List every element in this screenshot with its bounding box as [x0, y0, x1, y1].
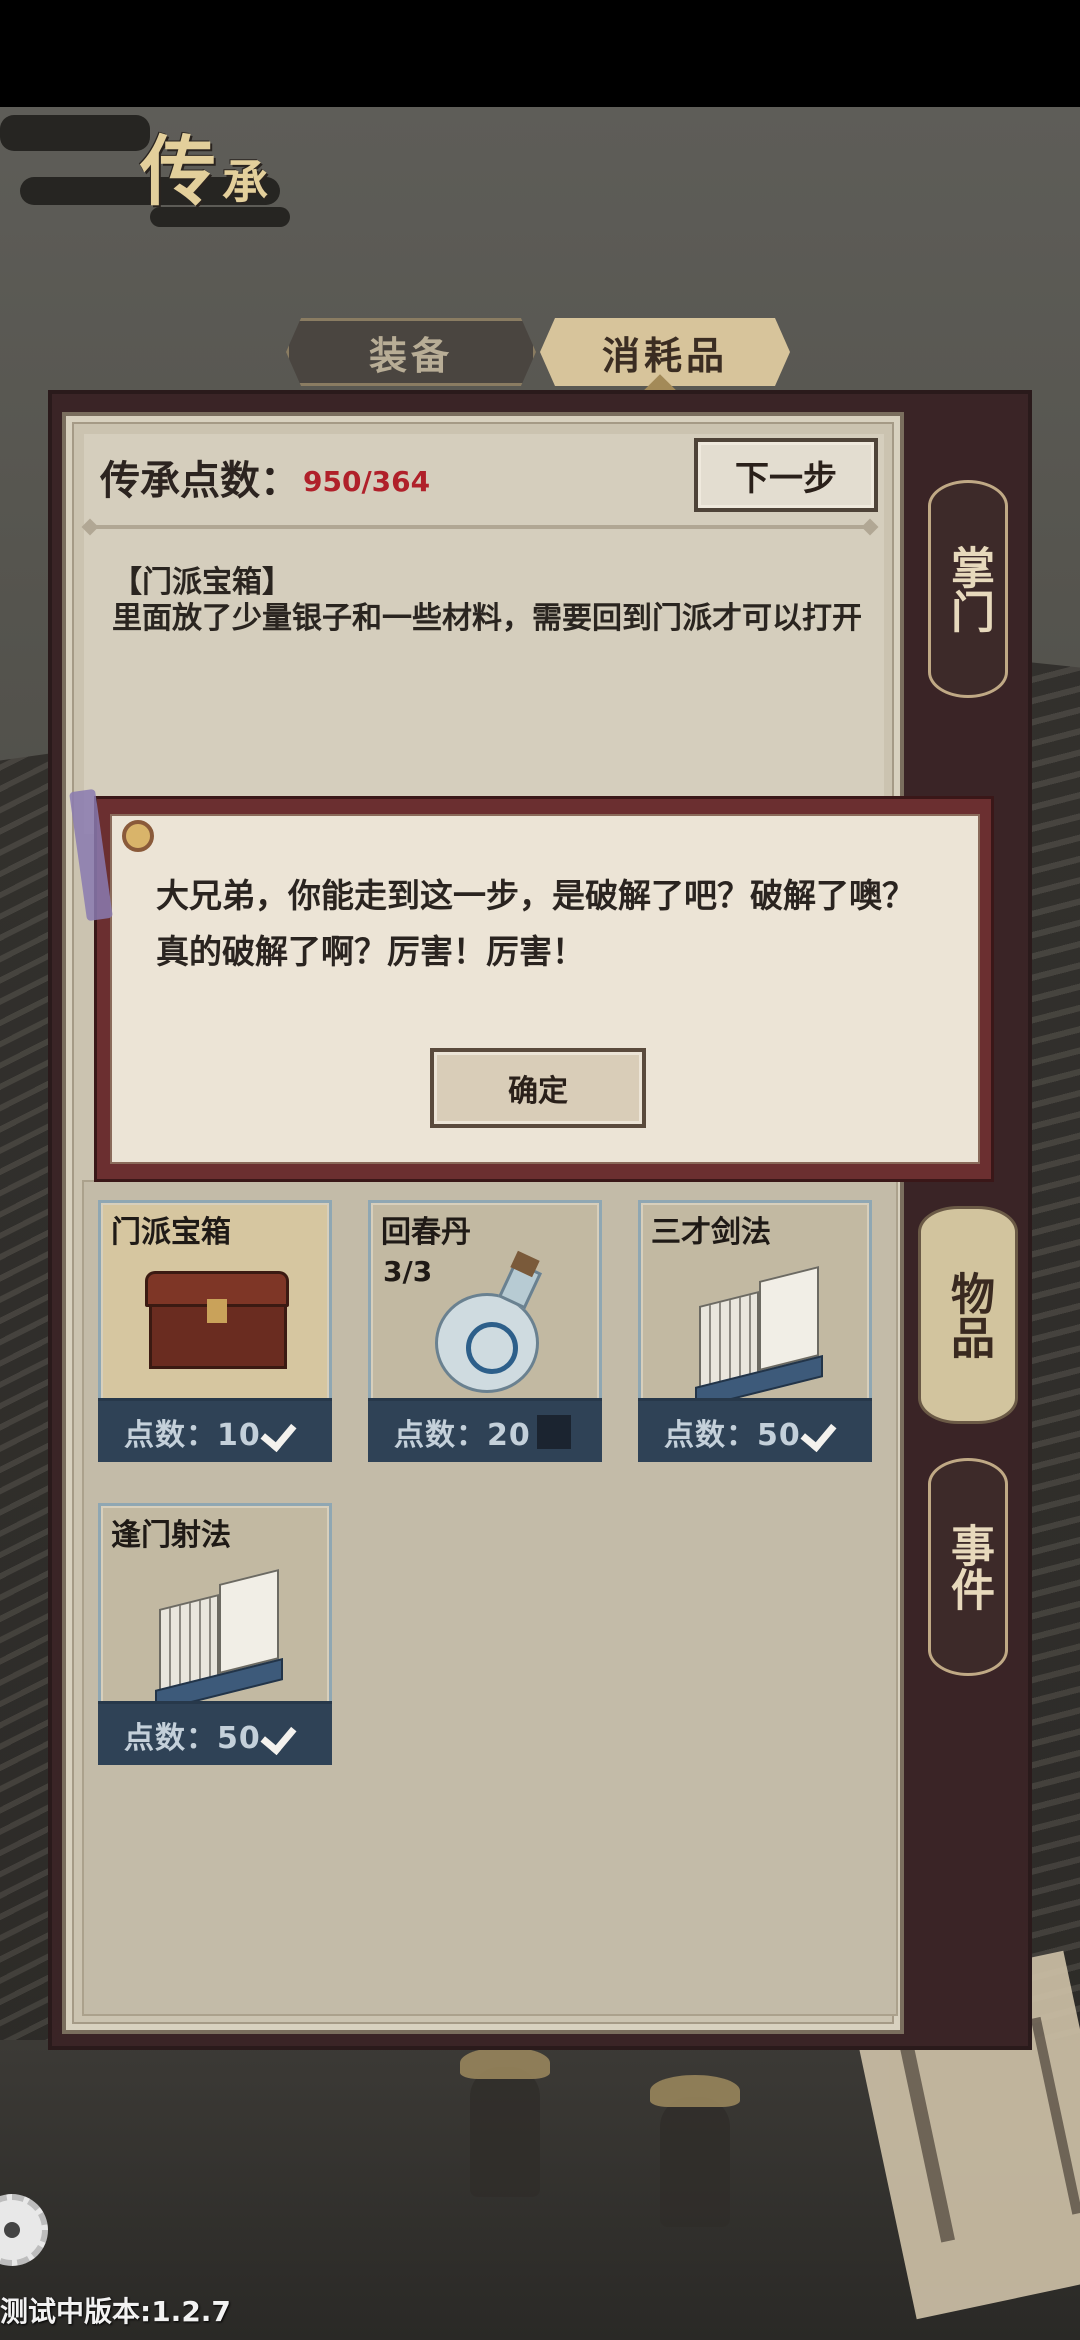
dialog-message: 大兄弟，你能走到这一步，是破解了吧？破解了噢？真的破解了啊？厉害！厉害！ [156, 876, 915, 971]
pin-icon [122, 820, 154, 852]
modal-overlay [0, 107, 1080, 2340]
version-label: 测试中版本:1.2.7 [0, 2295, 231, 2328]
confirm-button[interactable]: 确定 [430, 1048, 646, 1128]
status-bar [0, 0, 1080, 107]
